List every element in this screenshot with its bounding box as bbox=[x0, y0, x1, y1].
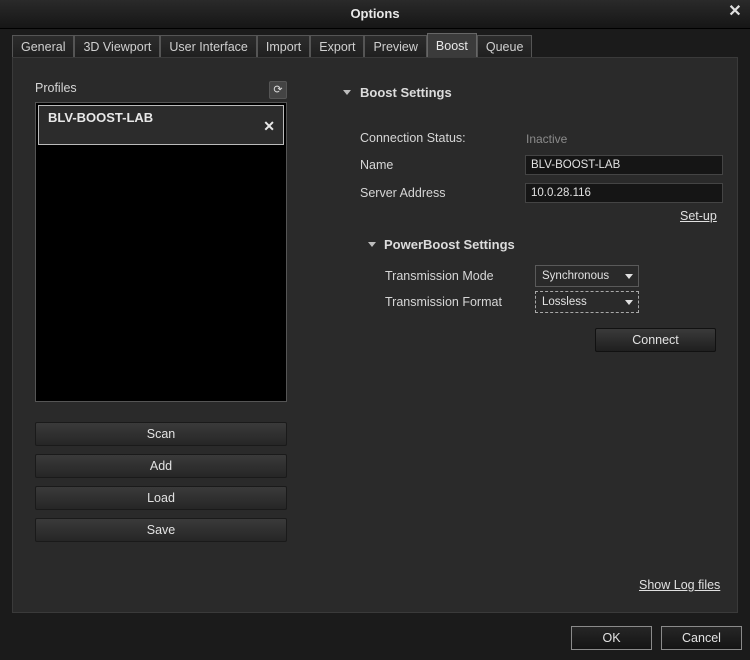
save-button[interactable]: Save bbox=[35, 518, 287, 542]
server-address-label: Server Address bbox=[360, 186, 446, 200]
transmission-format-label: Transmission Format bbox=[385, 295, 502, 309]
boost-settings-heading: Boost Settings bbox=[360, 85, 452, 100]
collapse-caret-icon[interactable] bbox=[368, 242, 376, 247]
transmission-mode-value: Synchronous bbox=[542, 270, 610, 282]
tab-bar: General 3D Viewport User Interface Impor… bbox=[12, 33, 533, 58]
title-bar: Options ✕ bbox=[0, 0, 750, 29]
transmission-format-value: Lossless bbox=[542, 296, 587, 308]
tab-3d-viewport[interactable]: 3D Viewport bbox=[74, 35, 161, 58]
refresh-icon[interactable]: ⟳ bbox=[269, 81, 287, 99]
tab-queue[interactable]: Queue bbox=[476, 35, 533, 58]
tab-import[interactable]: Import bbox=[256, 35, 311, 58]
connect-button[interactable]: Connect bbox=[595, 328, 716, 352]
cancel-button[interactable]: Cancel bbox=[661, 626, 742, 650]
profile-list[interactable]: BLV-BOOST-LAB ✕ bbox=[35, 102, 287, 402]
window-title: Options bbox=[350, 6, 400, 21]
powerboost-settings-heading: PowerBoost Settings bbox=[384, 237, 515, 252]
tab-export[interactable]: Export bbox=[310, 35, 365, 58]
setup-link[interactable]: Set-up bbox=[680, 209, 717, 223]
remove-profile-icon[interactable]: ✕ bbox=[263, 118, 275, 135]
profiles-label: Profiles bbox=[35, 81, 77, 95]
tab-user-interface[interactable]: User Interface bbox=[160, 35, 257, 58]
name-field[interactable]: BLV-BOOST-LAB bbox=[525, 155, 723, 175]
list-item[interactable]: BLV-BOOST-LAB ✕ bbox=[38, 105, 284, 145]
transmission-mode-label: Transmission Mode bbox=[385, 269, 494, 283]
boost-panel: Profiles ⟳ BLV-BOOST-LAB ✕ Scan Add Load… bbox=[12, 57, 738, 613]
connection-status-value: Inactive bbox=[526, 132, 568, 146]
load-button[interactable]: Load bbox=[35, 486, 287, 510]
tab-general[interactable]: General bbox=[12, 35, 75, 58]
server-address-field[interactable]: 10.0.28.116 bbox=[525, 183, 723, 203]
scan-button[interactable]: Scan bbox=[35, 422, 287, 446]
tab-preview[interactable]: Preview bbox=[364, 35, 427, 58]
chevron-down-icon bbox=[625, 274, 633, 279]
name-label: Name bbox=[360, 158, 394, 172]
transmission-format-select[interactable]: Lossless bbox=[535, 291, 639, 313]
transmission-mode-select[interactable]: Synchronous bbox=[535, 265, 639, 287]
show-log-files-link[interactable]: Show Log files bbox=[639, 578, 720, 592]
collapse-caret-icon[interactable] bbox=[343, 90, 351, 95]
chevron-down-icon bbox=[625, 300, 633, 305]
connection-status-label: Connection Status: bbox=[360, 131, 466, 145]
tab-boost[interactable]: Boost bbox=[426, 33, 477, 58]
ok-button[interactable]: OK bbox=[571, 626, 652, 650]
add-button[interactable]: Add bbox=[35, 454, 287, 478]
close-icon[interactable]: ✕ bbox=[726, 3, 744, 21]
profile-name: BLV-BOOST-LAB bbox=[48, 110, 154, 125]
